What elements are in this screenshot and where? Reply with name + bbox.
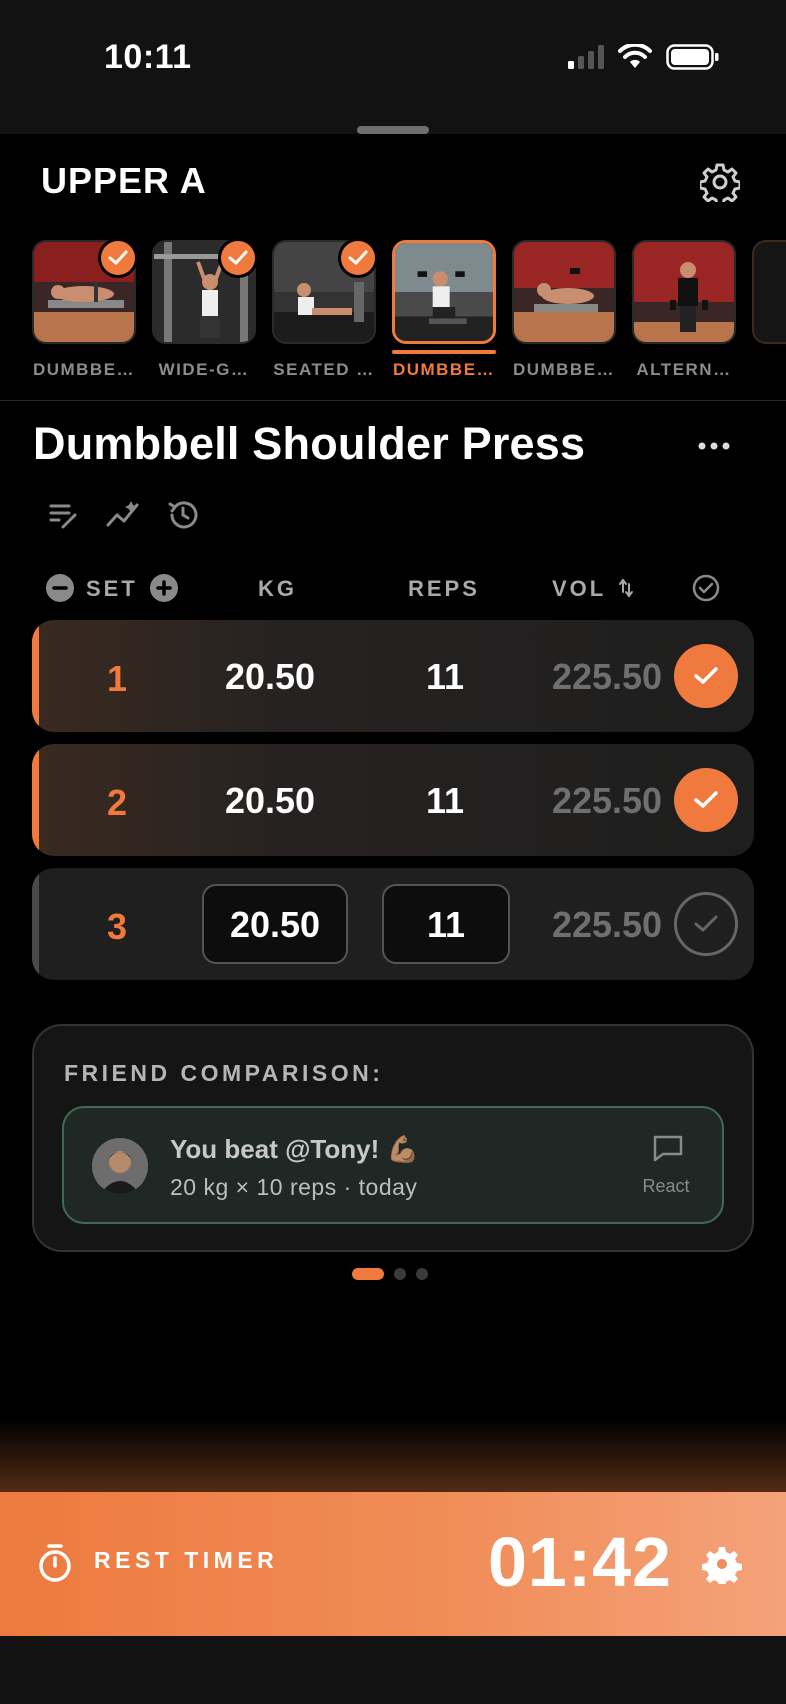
row-accent: [32, 620, 39, 732]
set-complete-button[interactable]: [674, 768, 738, 832]
rest-timer-glow: [0, 1420, 786, 1492]
sheet-grabber[interactable]: [357, 126, 429, 134]
minus-icon: [52, 586, 68, 590]
exercise-label: WIDE-G…: [158, 360, 250, 379]
set-row: 2 20.50 11 225.50: [32, 744, 754, 856]
set-reps-value[interactable]: 11: [382, 656, 508, 698]
exercise-tools: [44, 496, 202, 534]
exercise-thumbnail: [512, 240, 616, 344]
notes-button[interactable]: [44, 496, 82, 534]
friend-comparison-detail: 20 kg × 10 reps · today: [170, 1174, 418, 1200]
exercise-thumbnail: [392, 240, 496, 344]
exercise-item-5[interactable]: DUMBBE…: [512, 240, 616, 380]
more-options-button[interactable]: [692, 434, 736, 458]
status-icons: [568, 44, 720, 70]
workout-title: UPPER A: [41, 160, 207, 201]
set-kg-value[interactable]: 20.50: [196, 656, 344, 698]
check-icon: [694, 915, 718, 932]
history-icon: [168, 501, 198, 529]
rest-timer-label: REST TIMER: [94, 1547, 279, 1573]
complete-all-check-icon[interactable]: [692, 574, 720, 602]
exercise-label: DUMBBE…: [512, 360, 616, 379]
home-indicator-area: [0, 1636, 786, 1704]
cellular-signal-icon: [568, 45, 604, 69]
set-volume-value: 225.50: [551, 780, 663, 821]
chat-bubble-icon[interactable]: [652, 1134, 684, 1162]
gear-icon: [702, 1547, 742, 1587]
set-row: 3 20.50 11 225.50: [32, 868, 754, 980]
exercise-item-1[interactable]: DUMBBE…: [32, 240, 138, 380]
exercise-label: DUMBBE…: [392, 360, 496, 379]
more-dots-icon: [698, 442, 730, 450]
friend-comparison-item[interactable]: You beat @Tony! 💪🏽 20 kg × 10 reps · tod…: [62, 1106, 724, 1224]
wifi-icon: [618, 44, 652, 68]
sort-icon[interactable]: [618, 578, 634, 598]
check-icon: [694, 791, 718, 808]
set-complete-button[interactable]: [674, 892, 738, 956]
gear-icon: [698, 163, 742, 207]
exercise-item-next[interactable]: [752, 240, 786, 344]
trend-chart-icon: [106, 501, 139, 527]
friend-avatar: [92, 1138, 148, 1194]
header-vol[interactable]: VOL: [552, 576, 606, 602]
exercise-title: Dumbbell Shoulder Press: [33, 418, 586, 469]
react-button-label[interactable]: React: [638, 1176, 694, 1197]
exercise-item-4[interactable]: DUMBBE…: [392, 240, 496, 380]
battery-icon: [666, 44, 719, 70]
set-kg-value[interactable]: 20.50: [196, 780, 344, 822]
row-accent: [32, 744, 39, 856]
progress-chart-button[interactable]: [104, 496, 142, 534]
exercise-label: ALTERN…: [636, 360, 732, 379]
set-volume-value: 225.50: [551, 656, 663, 697]
divider: [0, 400, 786, 401]
workout-settings-button[interactable]: [698, 162, 742, 207]
set-volume-value: 225.50: [551, 904, 663, 945]
page-dot-active[interactable]: [352, 1268, 384, 1280]
friend-comparison-title: FRIEND COMPARISON:: [64, 1060, 384, 1086]
add-set-button[interactable]: [150, 574, 178, 602]
rest-timer-bar[interactable]: REST TIMER 01:42: [0, 1492, 786, 1636]
friend-comparison-message: You beat @Tony! 💪🏽: [170, 1134, 419, 1164]
history-button[interactable]: [164, 496, 202, 534]
rest-timer-settings-button[interactable]: [702, 1544, 742, 1587]
page-dot[interactable]: [394, 1268, 406, 1280]
set-number: 2: [106, 782, 128, 823]
active-exercise-indicator: [392, 350, 496, 354]
edit-notes-icon: [49, 504, 77, 529]
exercise-label: DUMBBE…: [32, 360, 136, 379]
exercise-item-3[interactable]: SEATED …: [272, 240, 378, 380]
set-kg-input[interactable]: 20.50: [202, 904, 348, 946]
set-reps-input[interactable]: 11: [382, 904, 510, 946]
set-reps-value[interactable]: 11: [382, 780, 508, 822]
header-reps: REPS: [408, 576, 480, 601]
set-row: 1 20.50 11 225.50: [32, 620, 754, 732]
exercise-carousel[interactable]: DUMBBE… WIDE-G… SEATED … DUMBBE… DUMBBE……: [0, 240, 786, 390]
exercise-thumbnail: [632, 240, 736, 344]
header-kg: KG: [258, 576, 297, 601]
set-number: 3: [106, 906, 128, 947]
exercise-item-6[interactable]: ALTERN…: [632, 240, 736, 380]
status-time: 10:11: [104, 38, 192, 76]
status-bar: 10:11: [0, 0, 786, 134]
rest-timer-countdown: 01:42: [487, 1523, 672, 1601]
plus-icon: [156, 580, 172, 596]
page-dot[interactable]: [416, 1268, 428, 1280]
page-indicator: [352, 1268, 428, 1280]
header-set: SET: [86, 576, 138, 601]
stopwatch-icon: [39, 1544, 71, 1582]
exercise-label: SEATED …: [273, 360, 375, 379]
check-icon: [694, 667, 718, 684]
remove-set-button[interactable]: [46, 574, 74, 602]
row-accent: [32, 868, 39, 980]
exercise-item-2[interactable]: WIDE-G…: [152, 240, 258, 380]
set-complete-button[interactable]: [674, 644, 738, 708]
friend-comparison-card: FRIEND COMPARISON: You beat @Tony! 💪🏽 20…: [32, 1024, 754, 1252]
sets-table-header: SET KG REPS VOL: [0, 570, 786, 606]
set-number: 1: [106, 658, 128, 699]
